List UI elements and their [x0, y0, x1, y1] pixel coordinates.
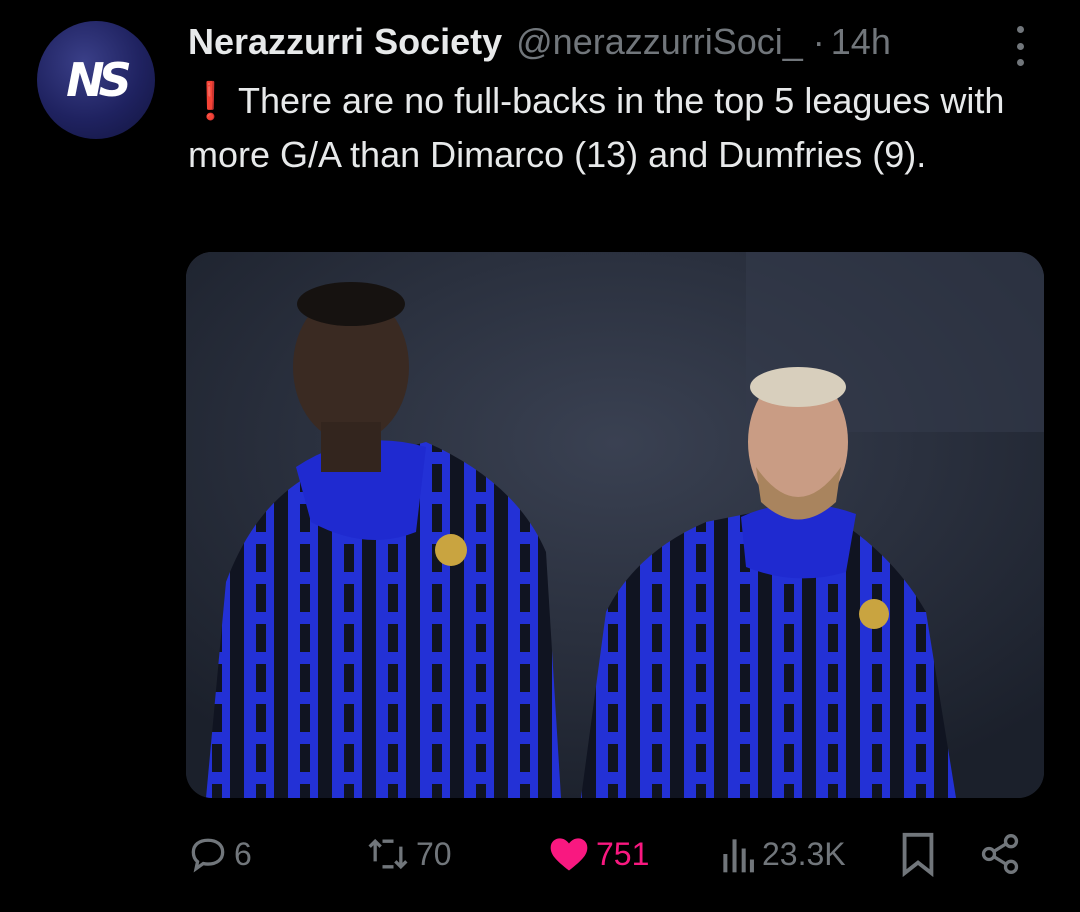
share-button[interactable] [978, 826, 1022, 882]
tweet-text: ❗ There are no full-backs in the top 5 le… [188, 74, 1058, 182]
reply-count: 6 [234, 835, 252, 872]
retweet-button[interactable]: 70 [364, 826, 452, 882]
like-count: 751 [596, 835, 650, 872]
heart-icon [550, 838, 588, 871]
tweet-body: There are no full-backs in the top 5 lea… [188, 80, 1005, 175]
tweet-photo[interactable] [186, 252, 1044, 798]
views-button[interactable]: 23.3K [718, 826, 846, 882]
reply-button[interactable]: 6 [186, 826, 252, 882]
author-display-name[interactable]: Nerazzurri Society [188, 21, 502, 63]
photo-illustration [186, 252, 1044, 798]
separator-dot: · [812, 21, 825, 62]
reply-icon [191, 838, 225, 873]
author-handle[interactable]: @nerazzurriSoci_ [516, 21, 803, 63]
tweet-header: Nerazzurri Society @nerazzurriSoci_ · 14… [188, 18, 891, 66]
tweet[interactable]: NS Nerazzurri Society @nerazzurriSoci_ ·… [0, 0, 1080, 912]
bookmark-icon [902, 832, 934, 877]
like-button[interactable]: 751 [546, 826, 649, 882]
share-icon [981, 834, 1019, 874]
more-icon[interactable] [1010, 26, 1030, 66]
exclamation-icon: ❗ [188, 80, 233, 121]
views-count: 23.3K [762, 835, 846, 872]
avatar-logo: NS [66, 53, 132, 107]
views-icon [723, 839, 754, 873]
bookmark-button[interactable] [898, 826, 938, 882]
timestamp[interactable]: 14h [831, 21, 891, 63]
avatar[interactable]: NS [37, 21, 155, 139]
retweet-icon [368, 838, 408, 870]
tweet-actions: 6 70 751 23.3K [186, 826, 1036, 882]
retweet-count: 70 [416, 835, 452, 872]
